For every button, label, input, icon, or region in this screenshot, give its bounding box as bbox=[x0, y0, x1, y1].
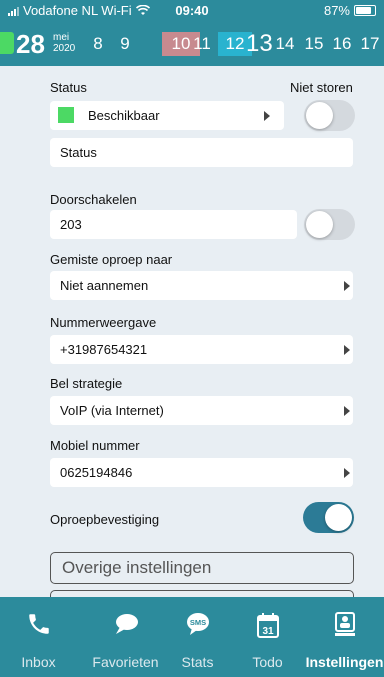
status-select[interactable]: Beschikbaar bbox=[50, 101, 284, 130]
calendar-icon: 31 bbox=[229, 611, 306, 639]
date-cell[interactable]: 9 bbox=[114, 32, 136, 56]
date-cell[interactable]: 15 bbox=[303, 32, 325, 56]
current-year: 2020 bbox=[53, 43, 76, 54]
date-cell[interactable]: 14 bbox=[274, 32, 296, 56]
status-message-input[interactable]: Status bbox=[50, 138, 353, 167]
missed-call-value: Niet aannemen bbox=[60, 278, 149, 293]
call-confirm-toggle[interactable] bbox=[303, 502, 354, 533]
date-cell[interactable]: 8 bbox=[87, 32, 109, 56]
phone-icon bbox=[0, 611, 77, 639]
status-bar: Vodafone NL Wi-Fi 09:40 87% bbox=[0, 0, 384, 22]
number-display-value: +31987654321 bbox=[60, 342, 148, 357]
tab-bar: Inbox Favorieten SMS Stats 31 Todo Inste… bbox=[0, 597, 384, 677]
chevron-right-icon bbox=[344, 468, 350, 478]
number-display-label: Nummerweergave bbox=[50, 315, 157, 330]
other-settings-button[interactable]: Overige instellingen bbox=[50, 552, 354, 584]
settings-icon bbox=[306, 611, 383, 639]
tab-inbox[interactable]: Inbox bbox=[0, 597, 77, 677]
call-strategy-select[interactable]: VoIP (via Internet) bbox=[50, 396, 353, 425]
date-cell[interactable]: 16 bbox=[331, 32, 353, 56]
current-month: mei bbox=[53, 32, 70, 43]
date-cell[interactable]: 17 bbox=[359, 32, 381, 56]
tab-instellingen[interactable]: Instellingen bbox=[306, 597, 383, 677]
chevron-right-icon bbox=[264, 111, 270, 121]
chevron-right-icon bbox=[344, 345, 350, 355]
chevron-right-icon bbox=[344, 281, 350, 291]
tab-instellingen-label: Instellingen bbox=[305, 654, 384, 670]
date-cell[interactable]: 11 bbox=[191, 32, 213, 56]
mobile-number-value: 0625194846 bbox=[60, 465, 133, 480]
status-label: Status bbox=[50, 80, 87, 95]
dnd-label: Niet storen bbox=[290, 80, 353, 95]
mobile-number-label: Mobiel nummer bbox=[50, 438, 140, 453]
call-strategy-value: VoIP (via Internet) bbox=[60, 403, 164, 418]
date-strip: 28 mei 2020 8 9 10 11 12 13 14 15 16 17 bbox=[0, 22, 384, 88]
mobile-number-select[interactable]: 0625194846 bbox=[50, 458, 353, 487]
svg-text:SMS: SMS bbox=[189, 618, 205, 627]
missed-call-select[interactable]: Niet aannemen bbox=[50, 271, 353, 300]
status-value: Beschikbaar bbox=[88, 108, 160, 123]
current-day[interactable]: 28 bbox=[16, 29, 45, 60]
date-cell-today[interactable]: 13 bbox=[246, 32, 273, 56]
forward-label: Doorschakelen bbox=[50, 192, 137, 207]
forward-toggle[interactable] bbox=[304, 209, 355, 240]
call-confirm-label: Oproepbevestiging bbox=[50, 512, 160, 527]
svg-text:31: 31 bbox=[262, 626, 274, 637]
forward-number-input[interactable]: 203 bbox=[50, 210, 297, 239]
dnd-toggle[interactable] bbox=[304, 100, 355, 131]
sms-icon: SMS bbox=[159, 611, 236, 639]
status-color-square bbox=[58, 107, 74, 123]
presence-indicator bbox=[0, 32, 14, 54]
current-month-year: mei 2020 bbox=[53, 32, 75, 54]
battery-percentage: 87% bbox=[323, 3, 350, 18]
next-settings-button[interactable] bbox=[50, 590, 354, 597]
settings-content[interactable]: Status Niet storen Beschikbaar Status Do… bbox=[0, 66, 384, 597]
chevron-right-icon bbox=[344, 406, 350, 416]
chat-bubble-icon bbox=[87, 611, 164, 639]
call-strategy-label: Bel strategie bbox=[50, 376, 123, 391]
battery-icon bbox=[354, 5, 376, 16]
number-display-select[interactable]: +31987654321 bbox=[50, 335, 353, 364]
battery-info: 87% bbox=[324, 3, 376, 18]
missed-call-label: Gemiste oproep naar bbox=[50, 252, 173, 267]
